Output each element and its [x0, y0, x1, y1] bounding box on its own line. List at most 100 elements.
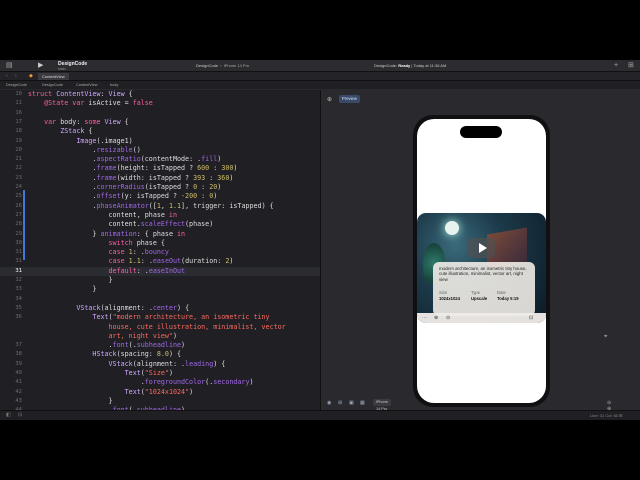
code-token: 8.0 [156, 350, 169, 359]
code-token: . [28, 201, 97, 210]
line-number: 21 [15, 156, 22, 163]
code-line[interactable]: 35 VStack(alignment: .center) { [0, 304, 320, 313]
code-line[interactable]: 41 .foregroundColor(.secondary) [0, 378, 320, 387]
debug-area-toggle[interactable]: ◧ ⊟ [6, 412, 25, 418]
code-text: .phaseAnimator([1, 1.1], trigger: isTapp… [28, 201, 274, 211]
pin-icon[interactable]: ⊕ [327, 96, 332, 103]
code-line[interactable]: 25 .offset(y: isTapped ? -200 : 0) [0, 192, 320, 201]
code-line[interactable]: 28 content.scaleEffect(phase) [0, 220, 320, 229]
line-number: 38 [15, 351, 22, 358]
code-token: foregroundColor [144, 378, 206, 387]
code-text: .cornerRadius(isTapped ? 0 : 20) [28, 183, 221, 192]
code-line[interactable]: 34 [0, 295, 320, 304]
scheme-device: iPhone 14 Pro [223, 63, 250, 68]
code-line[interactable]: house, cute illustration, minimalist, ve… [0, 323, 320, 332]
navigation-arrows[interactable]: ‹ › [6, 73, 20, 79]
code-line[interactable]: 10 struct ContentView: View { [0, 90, 320, 99]
code-line[interactable]: 30 switch phase { [0, 239, 320, 248]
code-token: isActive = [88, 99, 133, 108]
code-line[interactable]: 16 [0, 109, 320, 118]
code-line[interactable]: 22 .frame(height: isTapped ? 600 : 300) [0, 164, 320, 173]
line-number: 22 [15, 165, 22, 172]
code-line[interactable]: 23 .frame(width: isTapped ? 393 : 360) [0, 174, 320, 183]
library-icon[interactable]: ⊞ [628, 61, 634, 71]
code-line[interactable]: 31 case 1.1: .easeOut(duration: 2) [0, 257, 320, 266]
status-state: Ready [398, 63, 411, 68]
code-token: "Size" [144, 369, 169, 377]
jump-bar: DesignCode DesignCode ContentView body [0, 81, 640, 90]
breadcrumb-project[interactable]: DesignCode [6, 83, 27, 87]
code-line[interactable]: 32 } [0, 276, 320, 285]
preview-tab[interactable]: Preview [339, 95, 360, 103]
selectable-mode-icon[interactable]: ⊞ [338, 400, 342, 406]
code-token: (y: isTapped ? [120, 192, 182, 201]
breadcrumb-file[interactable]: ContentView [76, 83, 97, 87]
code-token: Text [124, 369, 141, 377]
code-line[interactable]: 31 default: .easeInOut [0, 266, 320, 276]
code-text: VStack(alignment: .leading) { [28, 359, 226, 369]
share-icon[interactable]: ⊡ [529, 315, 533, 321]
variants-icon[interactable]: ▣ [349, 400, 354, 406]
code-token: ) [229, 173, 234, 182]
code-line[interactable]: art, night view") [0, 332, 320, 341]
code-line[interactable]: 24 .cornerRadius(isTapped ? 0 : 20) [0, 183, 320, 192]
target-icon[interactable]: ⊙ [446, 315, 450, 321]
code-line[interactable]: 26 .phaseAnimator([1, 1.1], trigger: isT… [0, 202, 320, 211]
code-token: var [44, 117, 61, 126]
code-editor[interactable]: 10 struct ContentView: View {11 @State va… [0, 90, 320, 410]
code-token: art, night view" [28, 331, 173, 340]
code-line[interactable]: 33 } [0, 285, 320, 294]
code-line[interactable]: 37 .font(.subheadline) [0, 341, 320, 350]
device-selector[interactable]: iPhone 14 Pro [373, 399, 391, 411]
code-line[interactable]: 31 case 1: .bouncy [0, 248, 320, 257]
hero-image[interactable]: modern architecture, an isometric tiny h… [417, 213, 546, 323]
code-text: Text("1024x1024") [28, 388, 193, 397]
more-icon[interactable]: ⋯ [422, 315, 427, 321]
code-token: ], trigger: isTapped) { [181, 201, 274, 210]
code-line[interactable]: 21 .aspectRatio(contentMode: .fill) [0, 155, 320, 164]
run-button[interactable]: ▶ [38, 61, 43, 71]
branch-name: main [58, 67, 66, 71]
code-token: content, phase [28, 210, 169, 219]
code-token: font [112, 341, 129, 350]
line-number: 28 [15, 221, 22, 228]
add-button[interactable]: + [614, 61, 618, 71]
code-line[interactable]: 17 var body: some View { [0, 118, 320, 127]
code-line[interactable]: 19 Image(.image1) [0, 137, 320, 146]
sidebar-toggle-icon[interactable]: ▤ [6, 61, 13, 71]
code-line[interactable]: 42 Text("1024x1024") [0, 388, 320, 397]
tab-contentview[interactable]: ContentView [38, 73, 69, 80]
code-line[interactable]: 29 } animation: { phase in [0, 230, 320, 239]
zoom-icon[interactable]: ⊕ [434, 315, 438, 321]
code-line[interactable]: 40 Text("Size") [0, 369, 320, 378]
code-line[interactable]: 11 @State var isActive = false [0, 99, 320, 108]
code-line[interactable]: 18 ZStack { [0, 127, 320, 136]
code-token: : . [132, 248, 145, 257]
code-token: 393 [193, 173, 206, 182]
code-text: } [28, 397, 113, 406]
live-mode-icon[interactable]: ◉ [327, 400, 331, 406]
card-description: modern architecture, an isometric tiny h… [439, 266, 527, 282]
code-token: ) [217, 155, 222, 164]
code-token: phaseAnimator [96, 201, 149, 210]
card-toolbar: ⋯ ⊕ ⊙ ⊡ [417, 313, 546, 323]
code-text: } animation: { phase in [28, 230, 185, 239]
code-token: VStack [108, 359, 133, 368]
code-token: } [28, 285, 97, 294]
breadcrumb-group[interactable]: DesignCode [42, 83, 63, 87]
code-line[interactable]: 36 Text("modern architecture, an isometr… [0, 313, 320, 322]
code-line[interactable]: 38 HStack(spacing: 8.0) { [0, 350, 320, 359]
code-line[interactable]: 43 } [0, 397, 320, 406]
code-line[interactable]: 27 content, phase in [0, 211, 320, 220]
code-text: .resizable() [28, 146, 140, 155]
code-token: : [100, 90, 109, 98]
play-button[interactable] [468, 238, 495, 258]
code-line[interactable]: 20 .resizable() [0, 146, 320, 155]
code-line[interactable]: 39 VStack(alignment: .leading) { [0, 360, 320, 369]
device-settings-icon[interactable]: ▦ [360, 400, 365, 406]
scheme-selector[interactable]: DesignCode › iPhone 14 Pro [196, 63, 249, 68]
code-token: HStack [92, 350, 117, 359]
play-icon [479, 243, 487, 253]
breadcrumb-symbol[interactable]: body [110, 83, 118, 87]
